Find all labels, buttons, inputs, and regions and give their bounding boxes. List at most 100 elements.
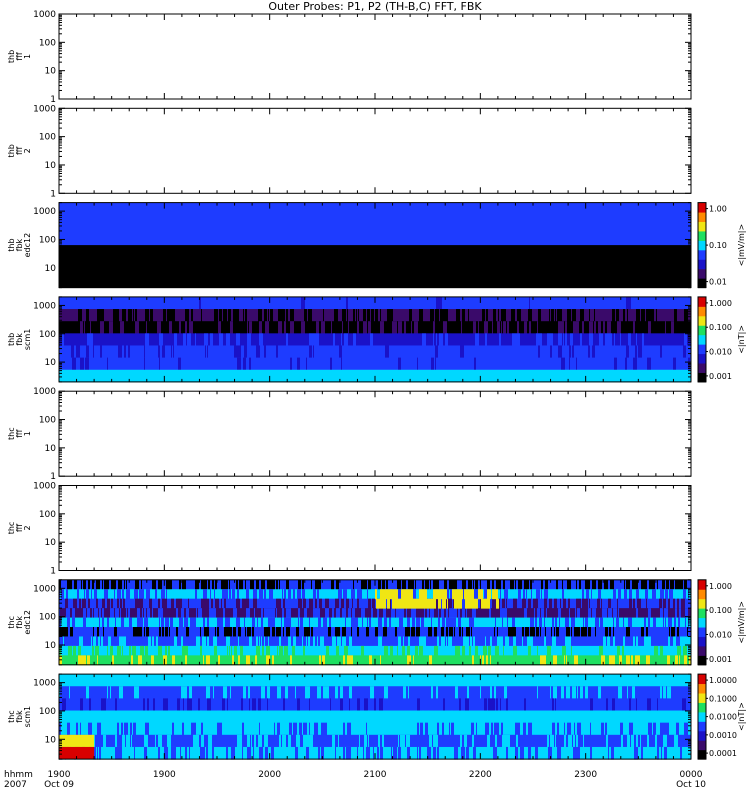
band-stripe <box>103 734 106 748</box>
band-stripe <box>255 655 257 666</box>
band-stripe <box>677 645 681 656</box>
band-stripe <box>555 309 556 322</box>
band-stripe <box>261 686 265 699</box>
band-stripe <box>284 589 286 600</box>
band-stripe <box>453 608 457 619</box>
band-stripe <box>537 686 538 699</box>
band-stripe <box>147 698 149 712</box>
band-stripe <box>618 686 622 699</box>
band-stripe <box>488 734 490 748</box>
ytick-label: 10 <box>45 641 57 651</box>
band-stripe <box>243 686 246 699</box>
band-stripe <box>475 579 477 590</box>
band-stripe <box>577 321 579 334</box>
band-stripe <box>331 321 332 334</box>
band-stripe <box>636 636 638 647</box>
band-stripe <box>366 722 367 736</box>
overlay-stripe <box>383 589 385 600</box>
band-stripe <box>205 345 206 359</box>
band-stripe <box>297 357 300 371</box>
band-stripe <box>121 617 124 628</box>
band-stripe <box>139 598 143 609</box>
band-stripe <box>133 722 135 736</box>
band-stripe <box>116 309 119 322</box>
band-stripe <box>210 333 213 346</box>
colorbar-label: <|nT|> <box>737 702 746 731</box>
band-stripe <box>600 617 603 628</box>
band-stripe <box>242 598 245 609</box>
band-stripe <box>145 309 147 322</box>
band-stripe <box>160 734 161 748</box>
band-stripe <box>335 627 337 637</box>
band-stripe <box>636 589 639 600</box>
band-stripe <box>126 589 128 600</box>
band-stripe <box>402 645 405 656</box>
band-stripe <box>258 734 262 748</box>
band-stripe <box>475 645 478 656</box>
band-stripe <box>228 309 231 322</box>
band-stripe <box>537 608 540 619</box>
band-stripe <box>68 645 72 656</box>
band-stripe <box>268 309 269 322</box>
band-stripe <box>203 655 204 666</box>
overlay-stripe <box>407 598 410 609</box>
band-stripe <box>78 655 82 666</box>
band-stripe <box>636 333 637 346</box>
colorbar-tick-label: 0.10 <box>709 241 727 250</box>
band-stripe <box>135 321 137 334</box>
band-stripe <box>590 722 591 736</box>
band-stripe <box>135 722 136 736</box>
band-stripe <box>626 579 630 590</box>
band-stripe <box>220 617 223 628</box>
band-stripe <box>616 309 619 322</box>
band-stripe <box>187 333 191 346</box>
band-stripe <box>660 686 662 699</box>
band-stripe <box>90 333 93 346</box>
band-stripe <box>513 636 516 647</box>
band-stripe <box>120 321 124 334</box>
band-stripe <box>313 608 317 619</box>
band-stripe <box>569 734 572 748</box>
band-stripe <box>100 345 102 359</box>
band-stripe <box>583 734 584 748</box>
overlay-stripe <box>432 598 435 609</box>
band-stripe <box>540 333 542 346</box>
band-stripe <box>213 636 217 647</box>
band-stripe <box>90 321 91 334</box>
band-stripe <box>277 686 281 699</box>
band-stripe <box>516 333 520 346</box>
band-stripe <box>685 617 686 628</box>
band-stripe <box>401 608 404 619</box>
band-stripe <box>484 321 488 334</box>
band-stripe <box>129 617 132 628</box>
band-stripe <box>497 627 498 637</box>
band-stripe <box>665 722 666 736</box>
band-stripe <box>239 579 243 590</box>
band-stripe <box>671 321 674 334</box>
band-stripe <box>226 746 228 760</box>
overlay-stripe <box>422 589 424 600</box>
band-stripe <box>624 579 625 590</box>
band-stripe <box>143 698 145 712</box>
band-stripe <box>290 309 294 322</box>
band-stripe <box>551 333 553 346</box>
band-stripe <box>231 645 232 656</box>
band-stripe <box>234 345 238 359</box>
band-stripe <box>261 636 262 647</box>
band-stripe <box>608 598 611 609</box>
band-stripe <box>610 579 614 590</box>
band-stripe <box>577 722 581 736</box>
band-stripe <box>189 698 192 712</box>
band-stripe <box>96 598 98 609</box>
band-stripe <box>131 655 133 666</box>
band-stripe <box>436 309 439 322</box>
colorbar-tick-label: 0.001 <box>709 372 732 381</box>
colorbar-segment <box>698 636 706 647</box>
ytick-label: 100 <box>39 510 56 520</box>
time-axis-label-hhmm: hhmm <box>4 770 33 780</box>
band-stripe <box>325 617 327 628</box>
band-stripe <box>69 686 70 699</box>
band-stripe <box>82 655 85 666</box>
band-stripe <box>128 345 130 359</box>
band-stripe <box>580 333 582 346</box>
